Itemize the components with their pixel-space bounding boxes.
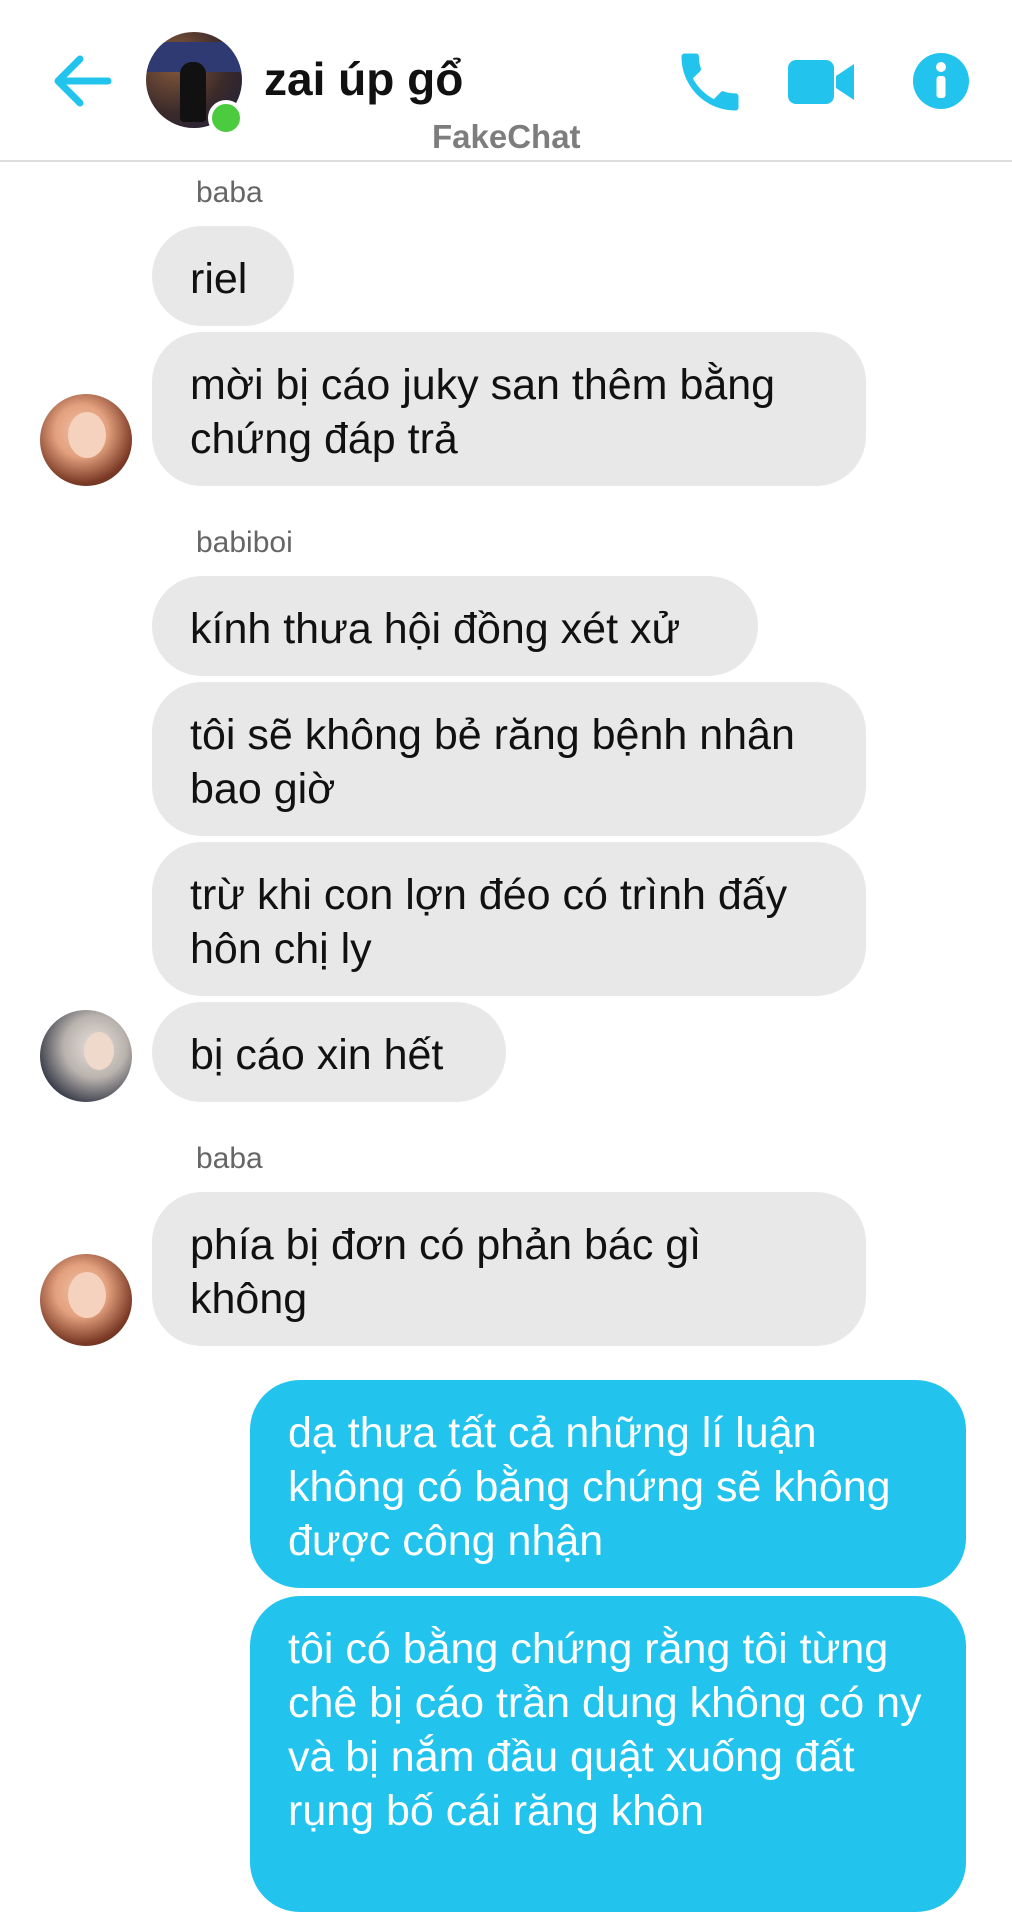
sender-name-label: baba [196,1142,263,1175]
sender-name-label: babiboi [196,526,293,559]
sender-avatar[interactable] [40,1254,132,1346]
message-bubble-outgoing[interactable]: tôi có bằng chứng rằng tôi từng chê bị c… [250,1596,966,1912]
sender-avatar[interactable] [40,1010,132,1102]
video-camera-icon[interactable] [786,56,856,108]
message-bubble-outgoing[interactable]: dạ thưa tất cả những lí luận không có bằ… [250,1380,966,1588]
message-bubble-incoming[interactable]: tôi sẽ không bẻ răng bệnh nhân bao giờ [152,682,866,836]
message-bubble-incoming[interactable]: mời bị cáo juky san thêm bằng chứng đáp … [152,332,866,486]
phone-icon[interactable] [672,44,748,120]
sender-avatar[interactable] [40,394,132,486]
watermark-text: FakeChat [432,118,581,155]
online-status-dot [208,100,244,136]
contact-name[interactable]: zai úp gổ [264,52,463,106]
back-arrow-icon[interactable] [48,46,118,116]
chat-header: zai úp gổ FakeChat [0,0,1012,162]
message-bubble-incoming[interactable]: bị cáo xin hết [152,1002,506,1102]
sender-name-label: baba [196,176,263,209]
message-bubble-incoming[interactable]: trừ khi con lợn đéo có trình đấy hôn chị… [152,842,866,996]
message-bubble-incoming[interactable]: kính thưa hội đồng xét xử [152,576,758,676]
message-bubble-incoming[interactable]: phía bị đơn có phản bác gì không [152,1192,866,1346]
info-icon[interactable] [912,52,970,110]
message-bubble-incoming[interactable]: riel [152,226,294,326]
